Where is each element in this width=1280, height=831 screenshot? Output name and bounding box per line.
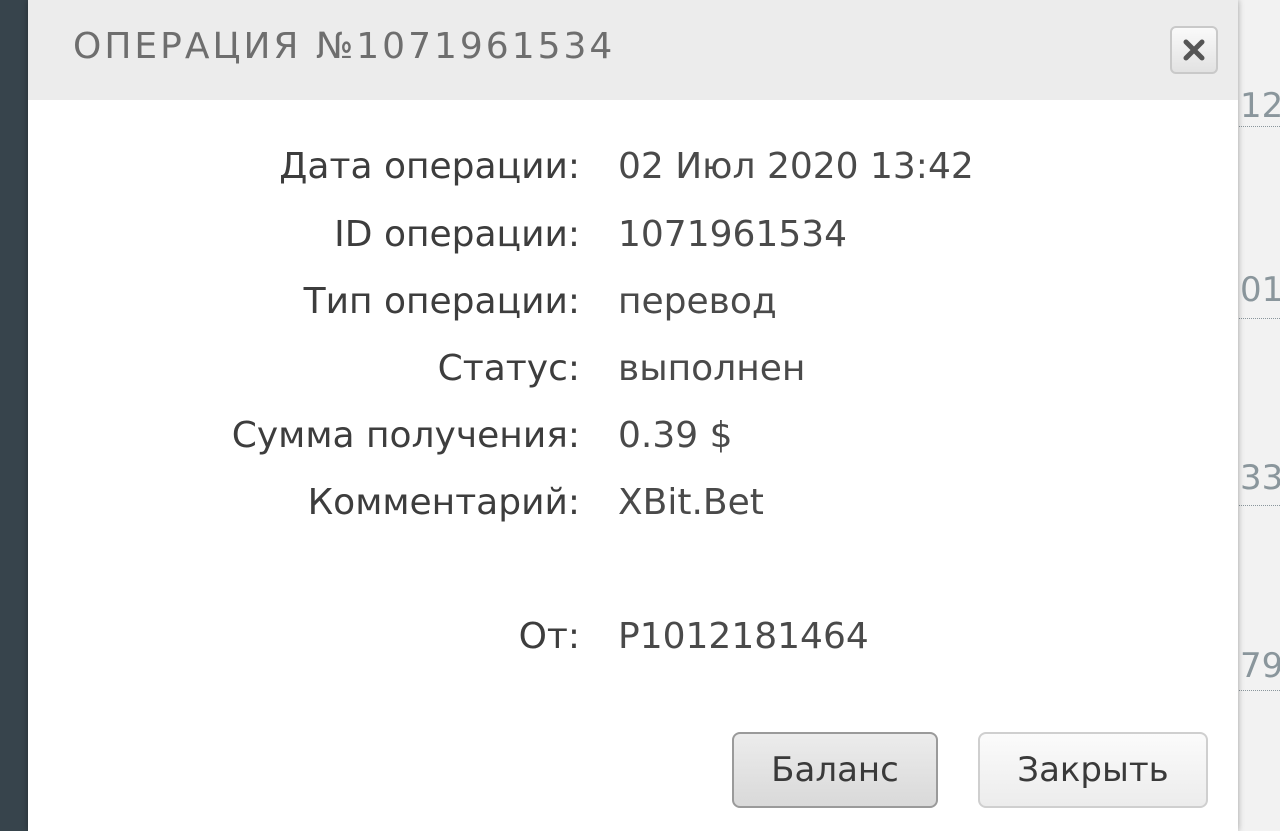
detail-value: 0.39 $ (618, 415, 733, 456)
detail-row-status: Статус: выполнен (28, 348, 1238, 396)
dialog-close-button[interactable] (1170, 26, 1218, 74)
detail-label: Тип операции: (303, 281, 580, 322)
detail-row-comment: Комментарий: XBit.Bet (28, 482, 1238, 530)
detail-label: Комментарий: (307, 482, 580, 523)
operation-dialog: ОПЕРАЦИЯ №1071961534 Дата операции: 02 И… (28, 0, 1238, 831)
detail-label: Статус: (437, 348, 580, 389)
background-number-fragment: 79 (1240, 646, 1280, 686)
from-value: P1012181464 (618, 616, 869, 657)
dialog-title: ОПЕРАЦИЯ №1071961534 (73, 26, 616, 67)
close-button[interactable]: Закрыть (978, 732, 1208, 808)
detail-value: перевод (618, 281, 777, 322)
detail-value: 1071961534 (618, 214, 848, 255)
detail-row-id: ID операции: 1071961534 (28, 214, 1238, 262)
background-number-fragment: 12 (1240, 86, 1280, 126)
balance-button[interactable]: Баланс (732, 732, 938, 808)
detail-value: выполнен (618, 348, 806, 389)
detail-row-date: Дата операции: 02 Июл 2020 13:42 (28, 146, 1238, 194)
detail-label: Сумма получения: (231, 415, 580, 456)
dialog-titlebar: ОПЕРАЦИЯ №1071961534 (28, 0, 1238, 100)
detail-value: XBit.Bet (618, 482, 764, 523)
from-label: От: (518, 616, 580, 657)
detail-label: ID операции: (334, 214, 580, 255)
detail-label: Дата операции: (279, 146, 580, 187)
detail-value: 02 Июл 2020 13:42 (618, 146, 974, 187)
close-icon (1183, 39, 1205, 61)
detail-row-from: От: P1012181464 (28, 616, 1238, 664)
detail-row-amount: Сумма получения: 0.39 $ (28, 415, 1238, 463)
background-number-fragment: 01 (1240, 270, 1280, 310)
background-number-fragment: 33 (1240, 458, 1280, 498)
detail-row-type: Тип операции: перевод (28, 281, 1238, 329)
